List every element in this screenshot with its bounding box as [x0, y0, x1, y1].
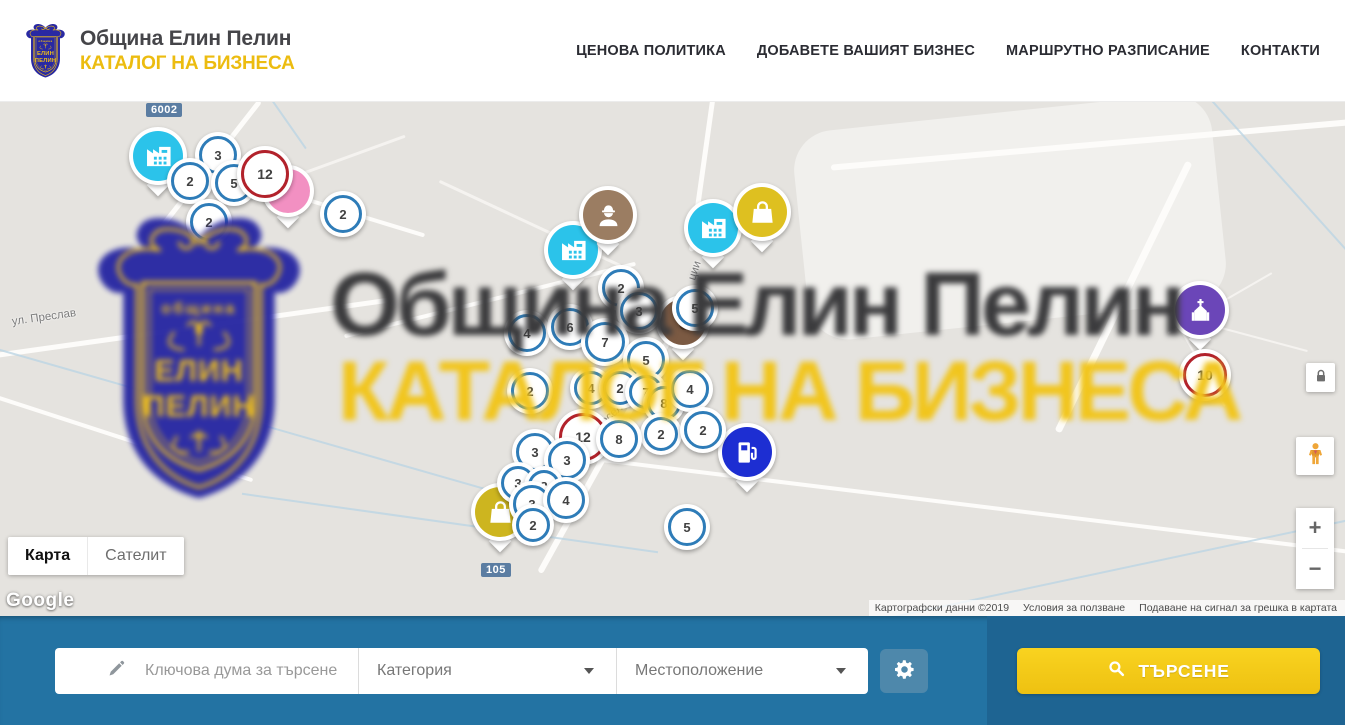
map-road	[0, 386, 253, 483]
nav-item[interactable]: ЦЕНОВА ПОЛИТИКА	[576, 43, 726, 59]
attribution-copyright: Картографски данни ©2019	[875, 602, 1009, 614]
location-select[interactable]: Местоположение	[616, 648, 868, 694]
svg-text:ПЕЛИН: ПЕЛИН	[35, 57, 56, 63]
zoom-control: + −	[1296, 508, 1334, 589]
map-waterway	[242, 493, 658, 553]
cluster-marker[interactable]: 5	[672, 285, 718, 331]
main-nav: ЦЕНОВА ПОЛИТИКА ДОБАВЕТЕ ВАШИЯТ БИЗНЕС МАР…	[576, 43, 1320, 59]
zoom-in-button[interactable]: +	[1296, 508, 1334, 548]
map-attribution: Картографски данни ©2019 Условия за полз…	[869, 600, 1345, 616]
nav-item[interactable]: КОНТАКТИ	[1241, 43, 1320, 59]
pin-fuel-icon[interactable]	[718, 423, 776, 491]
pin-worker-icon[interactable]	[579, 186, 637, 254]
cluster-marker[interactable]: 2	[512, 504, 554, 546]
map-canvas[interactable]: 6002105ул. Преславбул. „Новоселции 32512…	[0, 102, 1345, 616]
cluster-marker[interactable]: 5	[664, 504, 710, 550]
brand-title: Община Елин Пелин	[80, 27, 295, 51]
category-select[interactable]: Категория	[358, 648, 616, 694]
google-logo[interactable]: Google	[6, 590, 74, 612]
map-waterway	[0, 335, 489, 491]
cluster-marker[interactable]: 2	[320, 191, 366, 237]
site-header: община ЕЛИН ПЕЛИН Община Елин Пелин КАТА…	[0, 0, 1345, 102]
cluster-marker[interactable]: 4	[667, 366, 713, 412]
report-map-error-link[interactable]: Подаване на сигнал за грешка в картата	[1139, 602, 1337, 614]
cluster-marker[interactable]: 2	[507, 368, 553, 414]
municipal-crest-logo: община ЕЛИН ПЕЛИН	[22, 19, 69, 83]
svg-text:община: община	[161, 300, 236, 317]
svg-text:ЕЛИН: ЕЛИН	[154, 354, 244, 388]
keyword-input[interactable]	[145, 662, 358, 680]
fullscreen-lock-button[interactable]	[1306, 363, 1335, 392]
cluster-marker[interactable]: 12	[237, 146, 293, 202]
page: община ЕЛИН ПЕЛИН Община Елин Пелин КАТА…	[0, 0, 1345, 725]
gear-icon	[893, 658, 916, 684]
search-panel: Категория Местоположение	[55, 648, 868, 694]
street-name-label: ул. Преслав	[11, 307, 77, 328]
pin-bag-icon[interactable]	[733, 183, 791, 251]
zoom-out-button[interactable]: −	[1296, 549, 1334, 589]
caret-down-icon	[584, 668, 594, 674]
street-view-pegman-button[interactable]	[1296, 437, 1334, 475]
cluster-marker[interactable]: 7	[581, 318, 629, 366]
map-type-control: Карта Сателит	[8, 537, 184, 575]
nav-item[interactable]: МАРШРУТНО РАЗПИСАНИЕ	[1006, 43, 1210, 59]
advanced-search-button[interactable]	[880, 649, 928, 693]
search-icon	[1107, 659, 1126, 683]
cluster-marker[interactable]: 2	[640, 413, 682, 455]
road-number-badge: 6002	[146, 103, 182, 117]
map-road	[0, 298, 388, 361]
site-logo[interactable]: община ЕЛИН ПЕЛИН Община Елин Пелин КАТА…	[0, 19, 295, 83]
cluster-marker[interactable]: 4	[504, 310, 550, 356]
terms-of-use-link[interactable]: Условия за ползване	[1023, 602, 1125, 614]
cluster-marker[interactable]: 2	[186, 199, 232, 245]
map-type-satellite-button[interactable]: Сателит	[87, 537, 183, 575]
location-select-label: Местоположение	[635, 662, 763, 680]
brand-text: Община Елин Пелин КАТАЛОГ НА БИЗНЕСА	[80, 27, 295, 75]
svg-text:ЕЛИН: ЕЛИН	[37, 51, 54, 57]
category-select-label: Категория	[377, 662, 452, 680]
cluster-marker[interactable]: 10	[1179, 349, 1231, 401]
brand-subtitle: КАТАЛОГ НА БИЗНЕСА	[80, 53, 295, 75]
search-button[interactable]: ТЪРСЕНЕ	[1017, 648, 1320, 694]
road-number-badge: 105	[481, 563, 511, 577]
map-type-map-button[interactable]: Карта	[8, 537, 87, 575]
cluster-marker[interactable]: 2	[680, 407, 726, 453]
pencil-icon	[107, 659, 126, 683]
svg-text:община: община	[38, 39, 52, 43]
lock-icon	[1313, 368, 1329, 387]
caret-down-icon	[836, 668, 846, 674]
pin-church-icon[interactable]	[1171, 281, 1229, 349]
search-bar: Категория Местоположение ТЪРСЕНЕ	[0, 616, 1345, 725]
cluster-marker[interactable]: 2	[167, 158, 213, 204]
cluster-marker[interactable]: 8	[596, 416, 642, 462]
keyword-section	[55, 648, 358, 694]
watermark-subtitle: КАТАЛОГ НА БИЗНЕСА	[338, 343, 1240, 440]
pegman-icon	[1302, 441, 1329, 471]
nav-item[interactable]: ДОБАВЕТЕ ВАШИЯТ БИЗНЕС	[757, 43, 975, 59]
search-button-label: ТЪРСЕНЕ	[1138, 661, 1229, 682]
